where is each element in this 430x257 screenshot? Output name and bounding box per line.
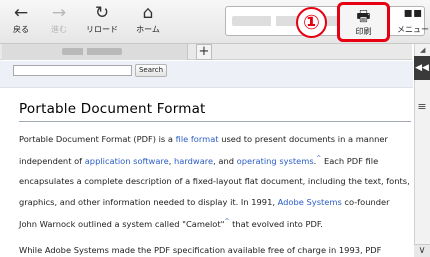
home-label: ホーム [136, 25, 160, 34]
back-button[interactable]: ← 戻る [4, 2, 38, 42]
search-button[interactable]: Search [135, 64, 167, 77]
tab-title-blurred [62, 48, 122, 55]
article-line: independent of application software, har… [19, 155, 378, 166]
title-divider [19, 121, 411, 122]
tab-bar: + [0, 44, 412, 60]
reload-label: リロード [86, 25, 118, 34]
article-text: encapsulates a complete description of a… [19, 176, 410, 186]
article-text: , and [213, 155, 237, 166]
new-tab-button[interactable]: + [196, 44, 212, 60]
article-text: Each PDF file [321, 155, 379, 166]
menu-button[interactable]: ▪▪ メニュー [396, 2, 430, 42]
article-line: graphics, and other information needed t… [19, 197, 390, 207]
browser-toolbar: ← 戻る → 進む ↻ リロード ⌂ ホーム ① 🖶 印刷 ▪▪ メニュー [0, 0, 430, 44]
scroll-down-icon[interactable]: ∨ [414, 244, 430, 257]
article-text: John Warnock outlined a system called "C… [19, 218, 225, 229]
printer-icon: 🖶 [356, 7, 371, 25]
article-text: While Adobe Systems made the PDF specifi… [19, 245, 382, 255]
article-line: John Warnock outlined a system called "C… [19, 218, 323, 229]
side-menu-icon[interactable]: ≡ [414, 100, 430, 114]
site-search-bar: Search [0, 61, 413, 88]
browser-tab[interactable] [2, 44, 188, 60]
article-line: encapsulates a complete description of a… [19, 176, 410, 186]
article-text: that evolved into PDF. [229, 218, 323, 229]
back-label: 戻る [13, 25, 29, 34]
signal-icon: ◢ [420, 46, 426, 54]
home-button[interactable]: ⌂ ホーム [128, 2, 168, 42]
search-input[interactable] [13, 65, 132, 76]
back-arrow-icon: ← [13, 3, 29, 23]
step-callout-badge: ① [296, 7, 327, 38]
article-text: independent of [19, 155, 85, 166]
article-link[interactable]: hardware [174, 156, 213, 166]
article-text: co-founder [341, 197, 390, 207]
article-text: graphics, and other information needed t… [19, 197, 278, 207]
print-button[interactable]: 🖶 印刷 [337, 2, 390, 42]
reload-icon: ↻ [94, 3, 110, 23]
article-text: Portable Document Format (PDF) is a [19, 134, 176, 144]
forward-arrow-icon: → [51, 3, 67, 23]
reload-button[interactable]: ↻ リロード [80, 2, 124, 42]
article-line: While Adobe Systems made the PDF specifi… [19, 245, 381, 255]
article-text: used to present documents in a manner [218, 134, 388, 144]
print-label: 印刷 [355, 27, 372, 36]
web-page: Search Portable Document Format Portable… [0, 61, 413, 257]
home-icon: ⌂ [142, 3, 154, 23]
article-title: Portable Document Format [19, 101, 206, 117]
collapse-panel-icon[interactable]: ◀◀ [414, 56, 430, 80]
article-link[interactable]: file format [176, 134, 219, 144]
forward-button[interactable]: → 進む [42, 2, 76, 42]
menu-grid-icon: ▪▪ [403, 5, 423, 21]
forward-label: 進む [51, 25, 67, 34]
article-line: Portable Document Format (PDF) is a file… [19, 134, 388, 144]
article-link[interactable]: Adobe Systems [278, 197, 342, 207]
article-link[interactable]: application software [85, 156, 169, 166]
article-link[interactable]: operating systems [237, 156, 314, 166]
menu-label: メニュー [397, 25, 429, 34]
